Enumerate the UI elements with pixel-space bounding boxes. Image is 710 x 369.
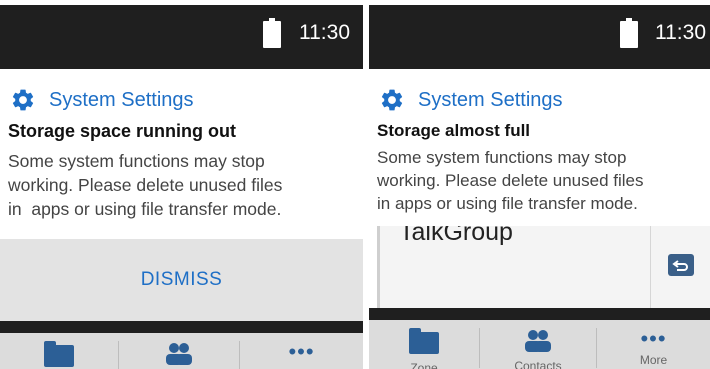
more-icon: ••• [640, 326, 667, 351]
gear-icon [12, 89, 34, 111]
nav-contacts[interactable]: Contacts [480, 320, 596, 369]
bottom-divider [0, 321, 363, 333]
status-bar: 11:30 [369, 5, 710, 69]
talkgroup-label: TalkGroup [399, 226, 513, 246]
notification-header: System Settings [10, 85, 194, 115]
status-bar: 11:30 [0, 5, 363, 69]
nav-more[interactable]: ••• [240, 333, 363, 364]
folder-icon [409, 328, 439, 354]
more-icon: ••• [288, 339, 315, 364]
notification-header: System Settings [379, 85, 563, 115]
body-line: in apps or using file transfer mode. [377, 194, 638, 213]
bottom-nav: ••• [0, 333, 363, 369]
screen-left: 11:30 System Settings Storage space runn… [0, 0, 363, 369]
nav-zone[interactable] [0, 333, 118, 369]
notification-title: Storage almost full [377, 121, 531, 140]
bottom-nav: Zone Contacts ••• More [369, 320, 710, 369]
nav-label: Contacts [514, 359, 562, 369]
bottom-divider [369, 308, 710, 320]
battery-icon [263, 18, 281, 48]
body-line: in apps or using file transfer mode. [8, 199, 282, 219]
battery-icon [620, 18, 638, 48]
dismiss-area: DISMISS [0, 239, 363, 321]
nav-label: Zone [410, 361, 438, 369]
notification-title: Storage space running out [8, 121, 237, 141]
status-time: 11:30 [299, 21, 350, 44]
status-time: 11:30 [655, 21, 706, 44]
dismiss-button[interactable]: DISMISS [141, 269, 223, 291]
notification-card[interactable]: System Settings Storage almost full Some… [369, 69, 710, 226]
app-name: System Settings [49, 88, 194, 111]
notification-body: Some system functions may stop working. … [377, 146, 710, 215]
back-icon[interactable] [668, 254, 694, 276]
nav-label: More [639, 353, 668, 367]
body-line: working. Please delete unused files [377, 171, 644, 190]
nav-more[interactable]: ••• More [597, 320, 710, 368]
nav-zone[interactable]: Zone [369, 320, 479, 369]
gear-icon [381, 89, 403, 111]
contacts-icon [525, 330, 551, 352]
body-line: working. Please delete unused files [8, 175, 283, 195]
contacts-icon [166, 343, 192, 365]
notification-card[interactable]: System Settings Storage space running ou… [0, 69, 363, 239]
screen-right: 11:30 TalkGroup System Settings Storage … [369, 0, 710, 369]
body-line: Some system functions may stop [8, 151, 265, 171]
body-line: Some system functions may stop [377, 148, 627, 167]
notification-body: Some system functions may stop working. … [8, 149, 363, 221]
folder-icon [44, 341, 74, 367]
app-name: System Settings [418, 88, 563, 111]
nav-contacts[interactable] [119, 333, 239, 369]
talkgroup-panel[interactable]: TalkGroup [377, 226, 710, 308]
